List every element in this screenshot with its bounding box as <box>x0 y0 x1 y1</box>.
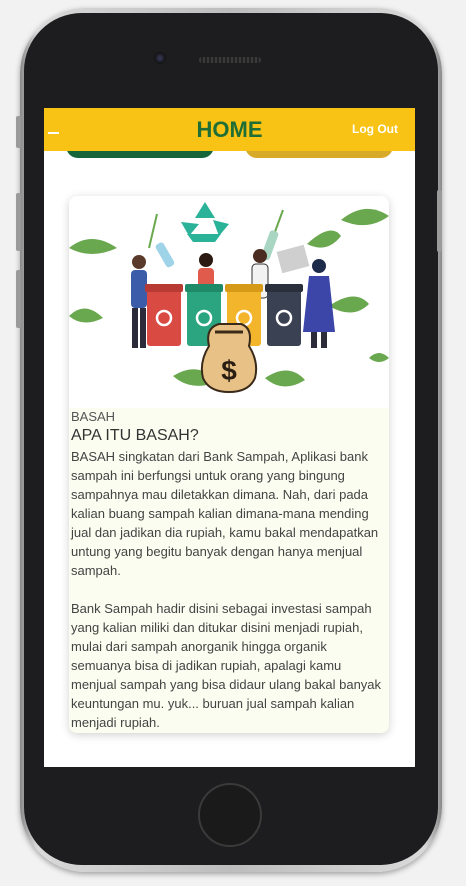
volume-down-button <box>16 270 21 328</box>
logout-button[interactable]: Log Out <box>352 122 398 136</box>
card-paragraph-1: BASAH singkatan dari Bank Sampah, Aplika… <box>71 449 382 578</box>
silent-switch <box>16 116 21 148</box>
volume-up-button <box>16 193 21 251</box>
power-button <box>437 190 442 252</box>
info-card: $ BASAH APA ITU BASAH? BASAH singkatan d… <box>69 196 389 733</box>
home-button[interactable] <box>198 783 262 847</box>
earpiece-speaker <box>199 57 261 63</box>
recycle-icon <box>181 202 229 242</box>
app-header: HOME Log Out <box>44 108 415 151</box>
card-paragraph-2: Bank Sampah hadir disini sebagai investa… <box>71 601 385 730</box>
front-camera <box>154 52 166 64</box>
app-screen: HOME Log Out $ BASAH APA ITU BASAH? BASA… <box>44 108 415 767</box>
card-text-area: BASAH APA ITU BASAH? BASAH singkatan dar… <box>69 408 389 733</box>
recycling-illustration: $ <box>69 202 389 394</box>
card-label: BASAH <box>71 409 116 424</box>
card-heading: APA ITU BASAH? <box>71 427 199 444</box>
money-bag-symbol: $ <box>221 355 237 386</box>
